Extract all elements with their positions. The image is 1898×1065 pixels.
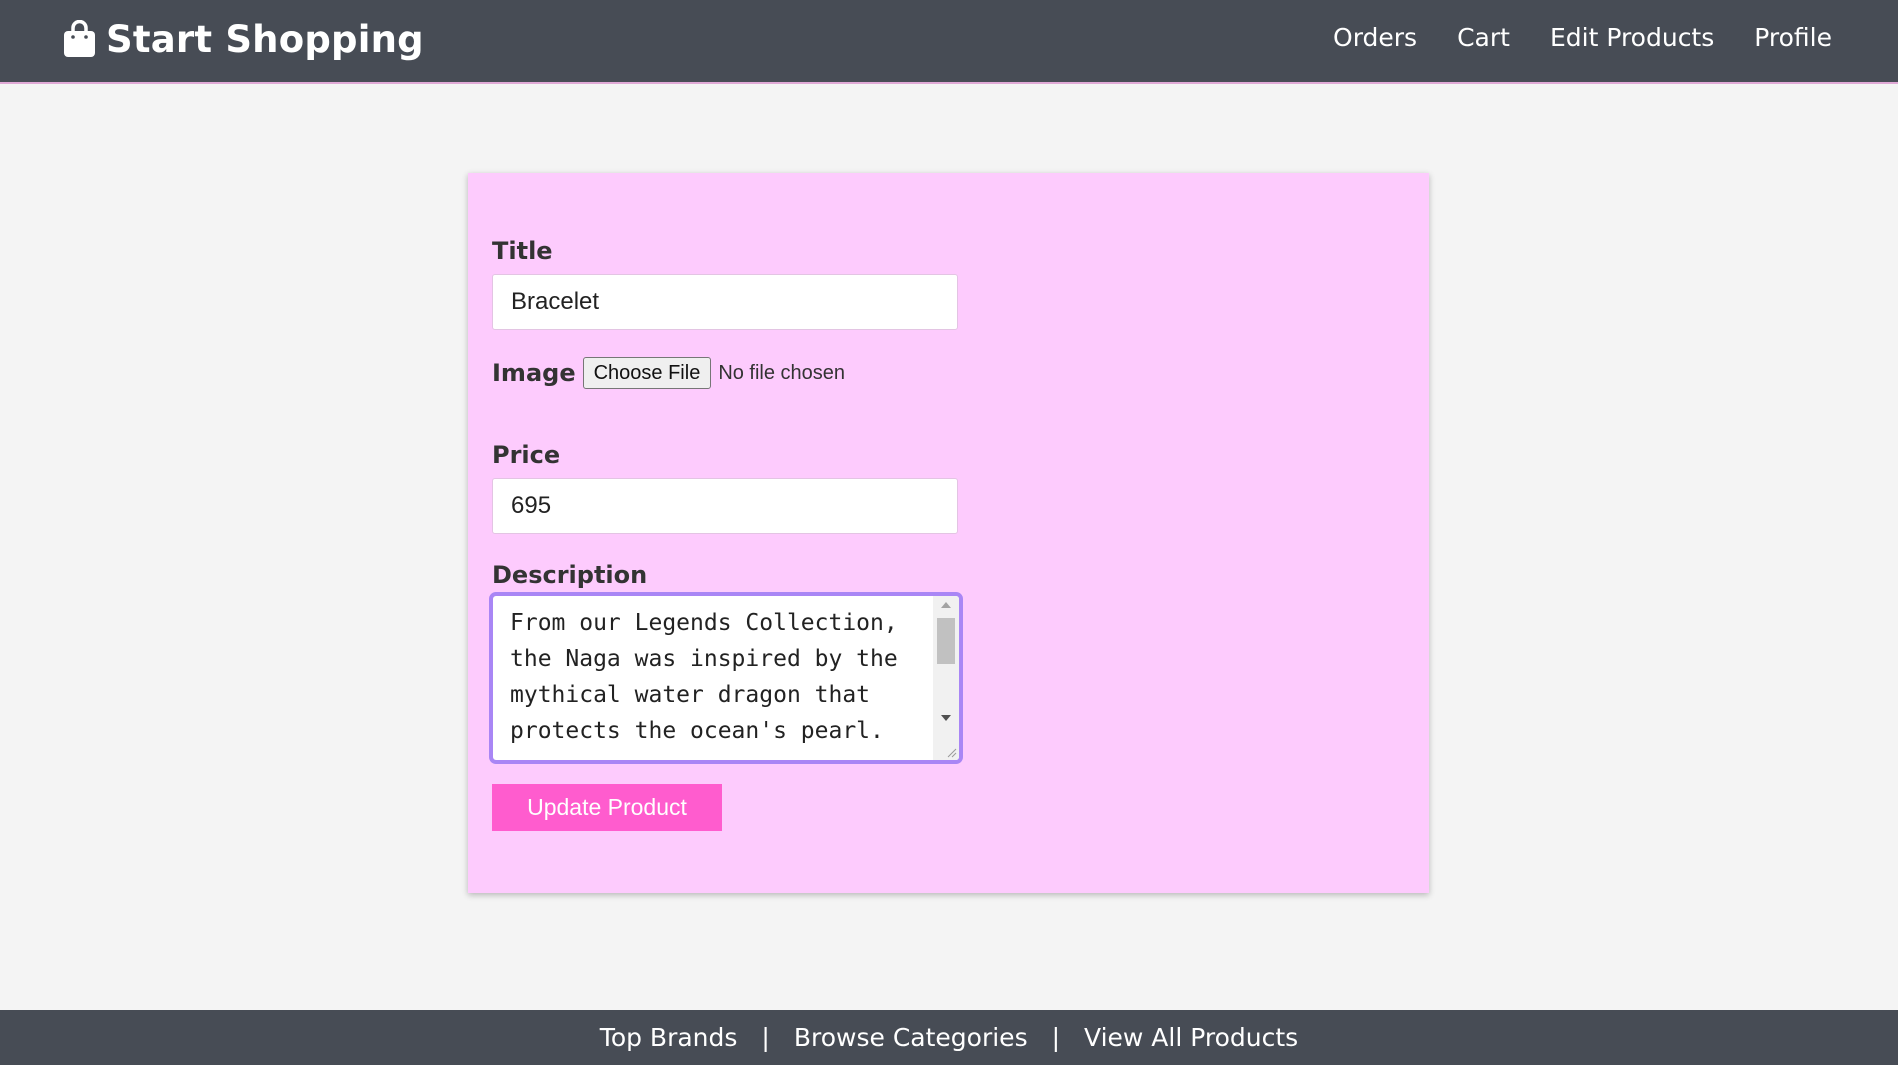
description-scrollbar[interactable] [933,596,959,760]
footer-separator: | [1051,1023,1061,1052]
title-input[interactable] [492,274,958,330]
price-input[interactable] [492,478,958,534]
update-product-button[interactable]: Update Product [492,784,722,831]
shopping-bag-icon [64,20,95,57]
price-label: Price [492,441,561,469]
image-label: Image [492,359,576,387]
nav-orders-link[interactable]: Orders [1333,21,1417,55]
nav-edit-products-link[interactable]: Edit Products [1550,21,1714,55]
description-label: Description [492,561,648,589]
scroll-thumb[interactable] [937,618,955,664]
description-textarea[interactable]: From our Legends Collection, the Naga wa… [489,592,963,764]
footer-view-all-products-link[interactable]: View All Products [1084,1023,1298,1052]
scroll-up-arrow-icon[interactable] [941,602,951,608]
choose-file-button[interactable]: Choose File [582,357,712,389]
brand-link[interactable]: Start Shopping [63,16,424,62]
edit-product-form: Title Image Choose File No file chosen P… [468,173,1429,893]
footer-top-brands-link[interactable]: Top Brands [600,1023,738,1052]
file-status-text: No file chosen [718,361,846,384]
brand-title: Start Shopping [106,17,424,61]
image-field: Image Choose File No file chosen [492,357,845,389]
nav-cart-link[interactable]: Cart [1457,21,1510,55]
resize-handle-icon[interactable] [945,746,957,758]
title-label: Title [492,237,553,265]
description-text: From our Legends Collection, the Naga wa… [510,610,898,744]
footer-separator: | [761,1023,770,1052]
scroll-down-arrow-icon[interactable] [941,715,951,721]
nav-links: Orders Cart Edit Products Profile [1333,21,1832,55]
navbar: Start Shopping Orders Cart Edit Products… [0,0,1898,84]
footer: Top Brands | Browse Categories | View Al… [0,1010,1898,1065]
footer-browse-categories-link[interactable]: Browse Categories [794,1023,1028,1052]
nav-profile-link[interactable]: Profile [1754,21,1832,55]
